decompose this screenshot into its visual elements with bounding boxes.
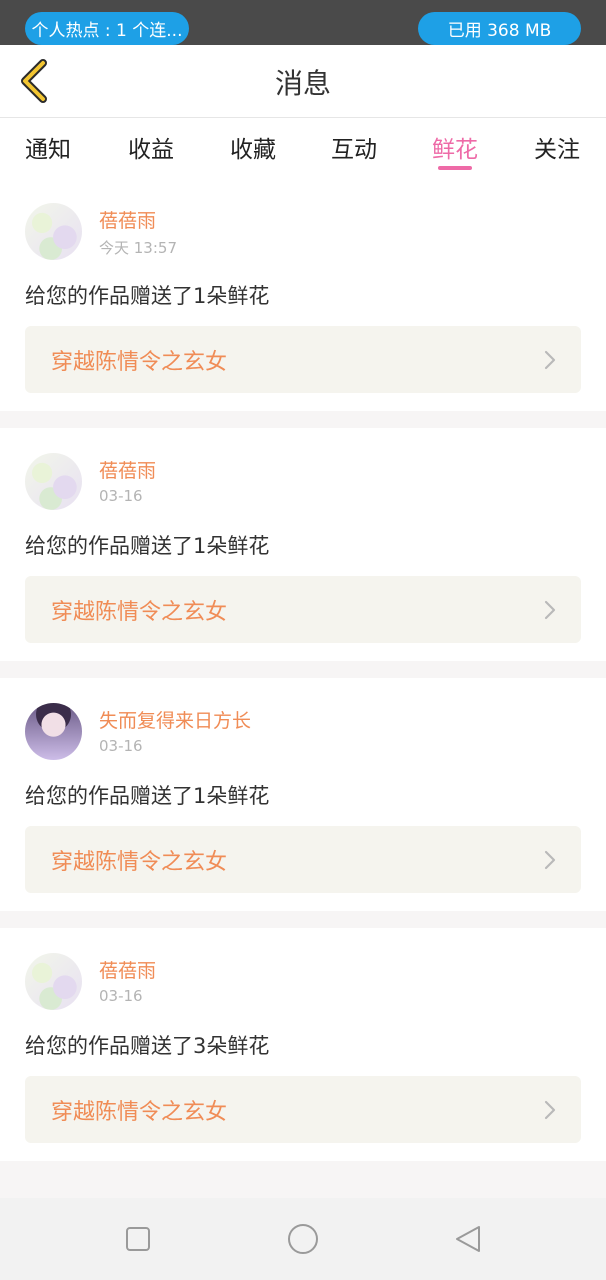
- message-text: 给您的作品赠送了3朵鲜花: [25, 1034, 270, 1058]
- avatar[interactable]: [25, 203, 82, 260]
- message-text: 给您的作品赠送了1朵鲜花: [25, 534, 270, 558]
- avatar[interactable]: [25, 703, 82, 760]
- timestamp: 03-16: [99, 987, 143, 1005]
- list-item: 蓓蓓雨 03-16 给您的作品赠送了1朵鲜花 穿越陈情令之玄女: [0, 428, 606, 661]
- header: 消息: [0, 45, 606, 118]
- list-item: 蓓蓓雨 03-16 给您的作品赠送了3朵鲜花 穿越陈情令之玄女: [0, 928, 606, 1161]
- chevron-right-icon: [544, 850, 556, 870]
- tab-favorites[interactable]: 收藏: [218, 118, 288, 178]
- back-nav-button[interactable]: [451, 1222, 485, 1256]
- tab-follows[interactable]: 关注: [522, 118, 592, 178]
- memory-badge[interactable]: 已用 368 MB: [418, 12, 581, 45]
- tab-earnings[interactable]: 收益: [116, 118, 186, 178]
- timestamp: 03-16: [99, 487, 143, 505]
- timestamp: 今天 13:57: [99, 239, 177, 257]
- chevron-left-icon: [21, 59, 47, 103]
- back-button[interactable]: [14, 57, 54, 105]
- list-item: 失而复得来日方长 03-16 给您的作品赠送了1朵鲜花 穿越陈情令之玄女: [0, 678, 606, 911]
- triangle-back-icon: [456, 1226, 480, 1252]
- hotspot-badge[interactable]: 个人热点 : 1 个连...: [25, 12, 189, 45]
- work-title: 穿越陈情令之玄女: [51, 349, 228, 375]
- chevron-right-icon: [544, 350, 556, 370]
- chevron-right-icon: [544, 600, 556, 620]
- user-name[interactable]: 蓓蓓雨: [99, 956, 156, 983]
- avatar[interactable]: [25, 453, 82, 510]
- user-name[interactable]: 蓓蓓雨: [99, 456, 156, 483]
- status-bar: 个人热点 : 1 个连... 已用 368 MB: [0, 0, 606, 45]
- work-title: 穿越陈情令之玄女: [51, 849, 228, 875]
- work-link[interactable]: 穿越陈情令之玄女: [25, 1076, 581, 1143]
- user-name[interactable]: 蓓蓓雨: [99, 206, 156, 233]
- recent-apps-button[interactable]: [121, 1222, 155, 1256]
- tab-bar: 通知 收益 收藏 互动 鲜花 关注: [0, 118, 606, 178]
- system-nav-bar: [0, 1198, 606, 1280]
- list-item: 蓓蓓雨 今天 13:57 给您的作品赠送了1朵鲜花 穿越陈情令之玄女: [0, 178, 606, 411]
- work-link[interactable]: 穿越陈情令之玄女: [25, 576, 581, 643]
- chevron-right-icon: [544, 1100, 556, 1120]
- work-title: 穿越陈情令之玄女: [51, 1099, 228, 1125]
- work-link[interactable]: 穿越陈情令之玄女: [25, 326, 581, 393]
- active-tab-indicator: [438, 166, 472, 170]
- avatar[interactable]: [25, 953, 82, 1010]
- square-icon: [126, 1227, 150, 1251]
- message-text: 给您的作品赠送了1朵鲜花: [25, 284, 270, 308]
- timestamp: 03-16: [99, 737, 143, 755]
- home-button[interactable]: [286, 1222, 320, 1256]
- tab-flowers[interactable]: 鲜花: [420, 118, 490, 178]
- message-text: 给您的作品赠送了1朵鲜花: [25, 784, 270, 808]
- page-title: 消息: [274, 66, 331, 100]
- work-title: 穿越陈情令之玄女: [51, 599, 228, 625]
- user-name[interactable]: 失而复得来日方长: [99, 706, 251, 733]
- work-link[interactable]: 穿越陈情令之玄女: [25, 826, 581, 893]
- circle-icon: [288, 1224, 318, 1254]
- tab-interactions[interactable]: 互动: [319, 118, 389, 178]
- tab-notifications[interactable]: 通知: [13, 118, 83, 178]
